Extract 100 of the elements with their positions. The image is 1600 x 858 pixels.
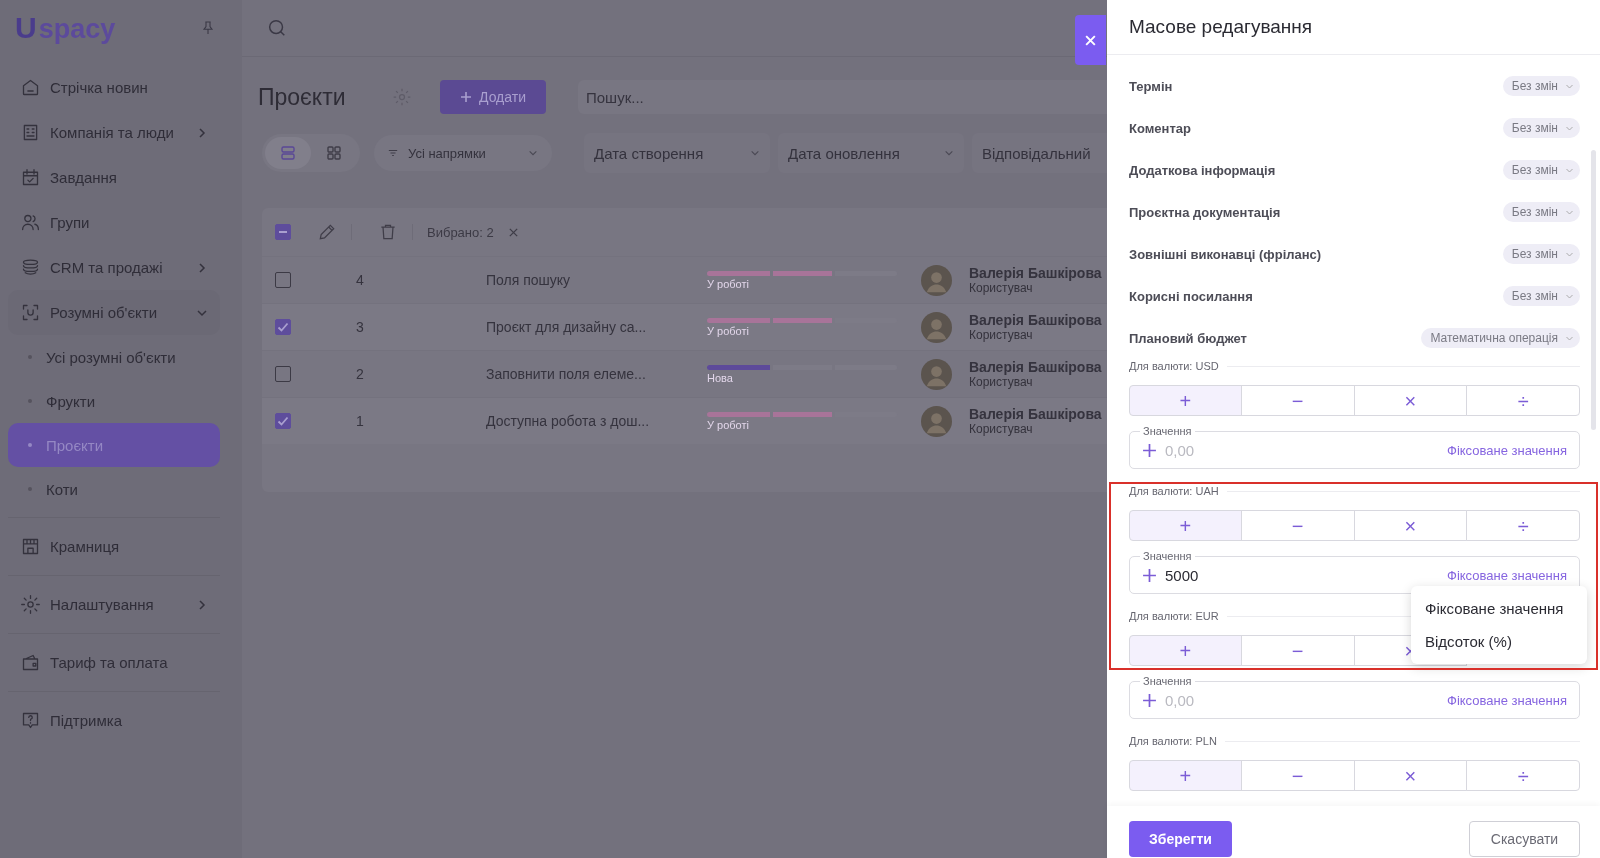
value-type-link[interactable]: Фіксоване значення bbox=[1447, 567, 1567, 583]
operation-button[interactable]: × bbox=[1353, 385, 1468, 416]
scrollbar[interactable] bbox=[1591, 150, 1596, 430]
nav-item[interactable]: Крамниця bbox=[8, 524, 220, 569]
minus-icon bbox=[279, 231, 287, 233]
grid-icon bbox=[326, 145, 342, 161]
user-role: Користувач bbox=[969, 375, 1034, 389]
scan-icon bbox=[20, 302, 41, 323]
user-name: Валерія Башкірова bbox=[969, 359, 1103, 375]
field-label: Зовнішні виконавці (фріланс) bbox=[1129, 246, 1322, 262]
row-checkbox[interactable] bbox=[275, 319, 291, 335]
nav-item[interactable]: Завдання bbox=[8, 155, 220, 200]
table-cell-text: 1 bbox=[355, 413, 365, 429]
nav-item[interactable]: Стрічка новин bbox=[8, 65, 220, 110]
search-icon[interactable] bbox=[266, 17, 288, 39]
currency-label: Для валюти: EUR bbox=[1129, 610, 1219, 622]
operation-button[interactable]: − bbox=[1240, 385, 1355, 416]
nav-subitem[interactable]: Проєкти bbox=[8, 423, 220, 467]
close-button[interactable] bbox=[1075, 15, 1106, 65]
home-icon bbox=[20, 77, 41, 98]
chevron-icon bbox=[528, 148, 538, 158]
nav-item[interactable]: Тариф та оплата bbox=[8, 640, 220, 685]
selection-count: Вибрано: 2 bbox=[427, 224, 494, 240]
user-name: Валерія Башкірова bbox=[969, 312, 1103, 328]
operation-button[interactable]: × bbox=[1353, 510, 1468, 541]
field-label: Значення bbox=[1140, 424, 1195, 438]
field-label: Плановий бюджет bbox=[1129, 330, 1247, 346]
page-title: Проєкти bbox=[258, 83, 347, 111]
nav-item[interactable]: Налаштування bbox=[8, 582, 220, 627]
chevron-icon bbox=[944, 148, 954, 158]
operation-button[interactable]: × bbox=[1353, 760, 1468, 791]
operation-button[interactable]: − bbox=[1240, 760, 1355, 791]
select-all-checkbox[interactable] bbox=[275, 224, 291, 240]
nav-item[interactable]: Компанія та люди bbox=[8, 110, 220, 155]
nav-item[interactable]: CRM та продажі bbox=[8, 245, 220, 290]
mode-dropdown[interactable]: Без змін bbox=[1502, 76, 1580, 96]
avatar bbox=[921, 405, 952, 437]
mode-dropdown[interactable]: Без змін bbox=[1502, 244, 1580, 264]
nav-subitem[interactable]: Усі розумні об'єкти bbox=[8, 335, 220, 379]
avatar bbox=[921, 264, 952, 296]
row-checkbox[interactable] bbox=[275, 366, 291, 382]
plus-icon bbox=[460, 91, 472, 103]
plus-icon bbox=[1142, 567, 1157, 583]
avatar bbox=[921, 358, 952, 390]
field-label: Значення bbox=[1140, 549, 1195, 563]
add-button[interactable]: Додати bbox=[440, 80, 546, 114]
operation-button[interactable]: + bbox=[1129, 760, 1242, 791]
list-view-button[interactable] bbox=[265, 137, 311, 169]
menu-item[interactable]: Фіксоване значення bbox=[1411, 592, 1587, 625]
panel-title: Масове редагування bbox=[1129, 16, 1313, 38]
trash-icon[interactable] bbox=[378, 222, 398, 242]
field-label: Корисні посилання bbox=[1129, 288, 1253, 304]
mode-dropdown[interactable]: Без змін bbox=[1502, 286, 1580, 306]
avatar bbox=[921, 311, 952, 343]
nav-subitem[interactable]: Коти bbox=[8, 467, 220, 511]
operation-button[interactable]: ÷ bbox=[1466, 510, 1580, 541]
value-type-link[interactable]: Фіксоване значення bbox=[1447, 442, 1567, 458]
chevron-icon bbox=[196, 598, 208, 611]
status-label: У роботі bbox=[707, 277, 750, 290]
table-cell-text: 4 bbox=[355, 272, 365, 288]
mode-dropdown[interactable]: Без змін bbox=[1502, 202, 1580, 222]
operation-button[interactable]: − bbox=[1240, 635, 1355, 666]
direction-filter[interactable]: Усі напрямки bbox=[374, 135, 552, 171]
stack-icon bbox=[20, 257, 41, 278]
table-cell-text: 3 bbox=[355, 319, 365, 335]
table-cell-text: Заповнити поля елеме... bbox=[485, 366, 647, 382]
table-cell-text: Проєкт для дизайну са... bbox=[485, 319, 648, 335]
cancel-button[interactable]: Скасувати bbox=[1469, 820, 1580, 857]
operation-button[interactable]: + bbox=[1129, 510, 1242, 541]
mode-dropdown[interactable]: Без змін bbox=[1502, 160, 1580, 180]
currency-label: Для валюти: PLN bbox=[1129, 735, 1217, 747]
calendar-icon bbox=[20, 167, 41, 188]
nav-item[interactable]: Підтримка bbox=[8, 698, 220, 743]
mode-dropdown[interactable]: Математична операція bbox=[1421, 328, 1580, 348]
user-role: Користувач bbox=[969, 281, 1034, 295]
row-checkbox[interactable] bbox=[275, 413, 291, 429]
operation-button[interactable]: + bbox=[1129, 635, 1242, 666]
mode-dropdown[interactable]: Без змін bbox=[1502, 118, 1580, 138]
nav-item[interactable]: Групи bbox=[8, 200, 220, 245]
status-label: У роботі bbox=[707, 418, 750, 431]
pencil-icon[interactable] bbox=[317, 222, 337, 242]
help-icon bbox=[20, 710, 41, 731]
filter-icon bbox=[388, 148, 398, 158]
operation-button[interactable]: + bbox=[1129, 385, 1242, 416]
operation-button[interactable]: ÷ bbox=[1466, 385, 1580, 416]
close-icon bbox=[1084, 33, 1097, 47]
operation-button[interactable]: ÷ bbox=[1466, 760, 1580, 791]
plus-icon bbox=[1142, 692, 1157, 708]
user-name: Валерія Башкірова bbox=[969, 265, 1103, 281]
store-icon bbox=[20, 536, 41, 557]
pin-icon[interactable] bbox=[200, 20, 216, 36]
field-label: Додаткова інформація bbox=[1129, 162, 1276, 178]
save-button[interactable]: Зберегти bbox=[1129, 820, 1232, 857]
row-checkbox[interactable] bbox=[275, 272, 291, 288]
value-type-link[interactable]: Фіксоване значення bbox=[1447, 692, 1567, 708]
operation-button[interactable]: − bbox=[1240, 510, 1355, 541]
clear-selection-icon[interactable] bbox=[507, 226, 519, 238]
table-cell-text: 2 bbox=[355, 366, 365, 382]
nav-subitem[interactable]: Фрукти bbox=[8, 379, 220, 423]
search-field[interactable]: Пошук... bbox=[578, 80, 1107, 114]
